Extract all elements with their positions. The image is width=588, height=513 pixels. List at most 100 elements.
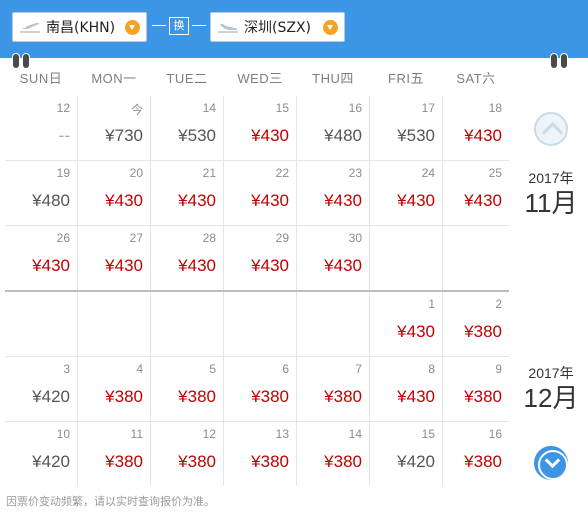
fare-price: ¥380 — [251, 387, 289, 406]
arrival-city-selector[interactable]: 深圳(SZX) — [210, 12, 345, 42]
previous-month-button[interactable] — [534, 112, 568, 146]
fare-price: ¥430 — [397, 387, 435, 406]
day-number: 17 — [421, 101, 435, 115]
day-number: 30 — [348, 231, 362, 245]
calendar-day-cell[interactable]: 7 ¥380 — [297, 357, 369, 421]
day-number: 23 — [348, 166, 362, 180]
calendar-day-cell[interactable]: 15 ¥420 — [370, 422, 442, 486]
fare-price: ¥380 — [464, 387, 502, 406]
fare-price: ¥430 — [464, 126, 502, 145]
fare-price: ¥430 — [32, 256, 70, 275]
chevron-down-icon[interactable] — [323, 20, 338, 35]
month-name: 12月 — [523, 383, 579, 413]
calendar-day-cell[interactable]: 22 ¥430 — [224, 161, 296, 225]
calendar-day-cell[interactable]: 6 ¥380 — [224, 357, 296, 421]
calendar-day-cell[interactable]: 12 -- — [5, 96, 77, 160]
calendar-empty-cell — [5, 292, 77, 356]
fare-price: ¥430 — [324, 256, 362, 275]
fare-price: ¥480 — [32, 191, 70, 210]
month-year: 2017年 — [528, 365, 574, 381]
month-name: 11月 — [524, 188, 578, 218]
price-disclaimer: 因票价变动频繁，请以实时查询报价为准。 — [6, 495, 215, 508]
calendar-day-cell[interactable]: 26 ¥430 — [5, 226, 77, 290]
fare-price: ¥420 — [397, 452, 435, 471]
day-number: 15 — [275, 101, 289, 115]
calendar-day-cell[interactable]: 20 ¥430 — [78, 161, 150, 225]
fare-price: ¥430 — [464, 191, 502, 210]
fare-price: ¥730 — [105, 126, 143, 145]
day-number: 22 — [275, 166, 289, 180]
calendar-day-cell[interactable]: 13 ¥380 — [224, 422, 296, 486]
calendar-day-cell[interactable]: 4 ¥380 — [78, 357, 150, 421]
calendar-day-cell[interactable]: 11 ¥380 — [78, 422, 150, 486]
fare-price: ¥380 — [464, 322, 502, 341]
fare-price: ¥430 — [324, 191, 362, 210]
calendar-day-cell[interactable]: 16 ¥480 — [297, 96, 369, 160]
day-number: 6 — [282, 362, 289, 376]
day-number: 26 — [56, 231, 70, 245]
swap-label: 换 — [169, 17, 189, 35]
fare-price: ¥430 — [105, 191, 143, 210]
calendar-day-cell[interactable]: 5 ¥380 — [151, 357, 223, 421]
day-number: 7 — [355, 362, 362, 376]
calendar-day-cell[interactable]: 1 ¥430 — [370, 292, 442, 356]
calendar-day-cell[interactable]: 30 ¥430 — [297, 226, 369, 290]
fare-price: ¥430 — [251, 191, 289, 210]
swap-arrow-right — [192, 25, 206, 26]
calendar-day-cell[interactable]: 25 ¥430 — [443, 161, 509, 225]
calendar-day-cell[interactable]: 15 ¥430 — [224, 96, 296, 160]
calendar-day-cell[interactable]: 8 ¥430 — [370, 357, 442, 421]
swap-cities-button[interactable]: 换 — [152, 15, 206, 37]
calendar-day-cell[interactable]: 2 ¥380 — [443, 292, 509, 356]
day-number: 12 — [202, 427, 216, 441]
calendar-day-cell[interactable]: 19 ¥480 — [5, 161, 77, 225]
day-number: 27 — [129, 231, 143, 245]
fare-price: ¥430 — [178, 256, 216, 275]
calendar-day-cell[interactable]: 14 ¥530 — [151, 96, 223, 160]
day-number: 18 — [488, 101, 502, 115]
fare-price: ¥430 — [251, 126, 289, 145]
day-number: 16 — [488, 427, 502, 441]
calendar-day-cell[interactable]: 18 ¥430 — [443, 96, 509, 160]
fare-price: ¥420 — [32, 387, 70, 406]
calendar-day-cell[interactable]: 9 ¥380 — [443, 357, 509, 421]
binder-pin-icon — [13, 54, 19, 68]
next-month-button[interactable] — [534, 446, 568, 480]
fare-price: ¥530 — [397, 126, 435, 145]
calendar-day-cell[interactable]: 24 ¥430 — [370, 161, 442, 225]
calendar-empty-cell — [370, 226, 442, 290]
day-number: 14 — [348, 427, 362, 441]
calendar-day-cell[interactable]: 12 ¥380 — [151, 422, 223, 486]
calendar-day-cell[interactable]: 3 ¥420 — [5, 357, 77, 421]
calendar-day-cell[interactable]: 29 ¥430 — [224, 226, 296, 290]
departure-city-selector[interactable]: 南昌(KHN) — [12, 12, 147, 42]
calendar-day-cell[interactable]: 27 ¥430 — [78, 226, 150, 290]
day-number: 13 — [275, 427, 289, 441]
calendar-day-cell[interactable]: 今 ¥730 — [78, 96, 150, 160]
day-number: 29 — [275, 231, 289, 245]
calendar-day-cell[interactable]: 21 ¥430 — [151, 161, 223, 225]
fare-price: ¥530 — [178, 126, 216, 145]
binder-pin-icon — [23, 54, 29, 68]
month-divider — [5, 290, 509, 292]
calendar-day-cell[interactable]: 16 ¥380 — [443, 422, 509, 486]
day-number: 今 — [130, 103, 143, 117]
fare-price: ¥420 — [32, 452, 70, 471]
calendar-empty-cell — [224, 292, 296, 356]
calendar-day-cell[interactable]: 14 ¥380 — [297, 422, 369, 486]
calendar-day-cell[interactable]: 28 ¥430 — [151, 226, 223, 290]
calendar-empty-cell — [443, 226, 509, 290]
swap-arrow-left — [152, 25, 166, 26]
day-number: 21 — [202, 166, 216, 180]
day-number: 5 — [209, 362, 216, 376]
day-number: 15 — [421, 427, 435, 441]
calendar-day-cell[interactable]: 23 ¥430 — [297, 161, 369, 225]
chevron-down-icon[interactable] — [125, 20, 140, 35]
calendar-day-cell[interactable]: 17 ¥530 — [370, 96, 442, 160]
day-number: 1 — [428, 297, 435, 311]
fare-price: ¥430 — [251, 256, 289, 275]
day-number: 9 — [495, 362, 502, 376]
weekday-label: SAT六 — [456, 71, 496, 86]
weekday-label: SUN日 — [19, 71, 63, 86]
calendar-day-cell[interactable]: 10 ¥420 — [5, 422, 77, 486]
